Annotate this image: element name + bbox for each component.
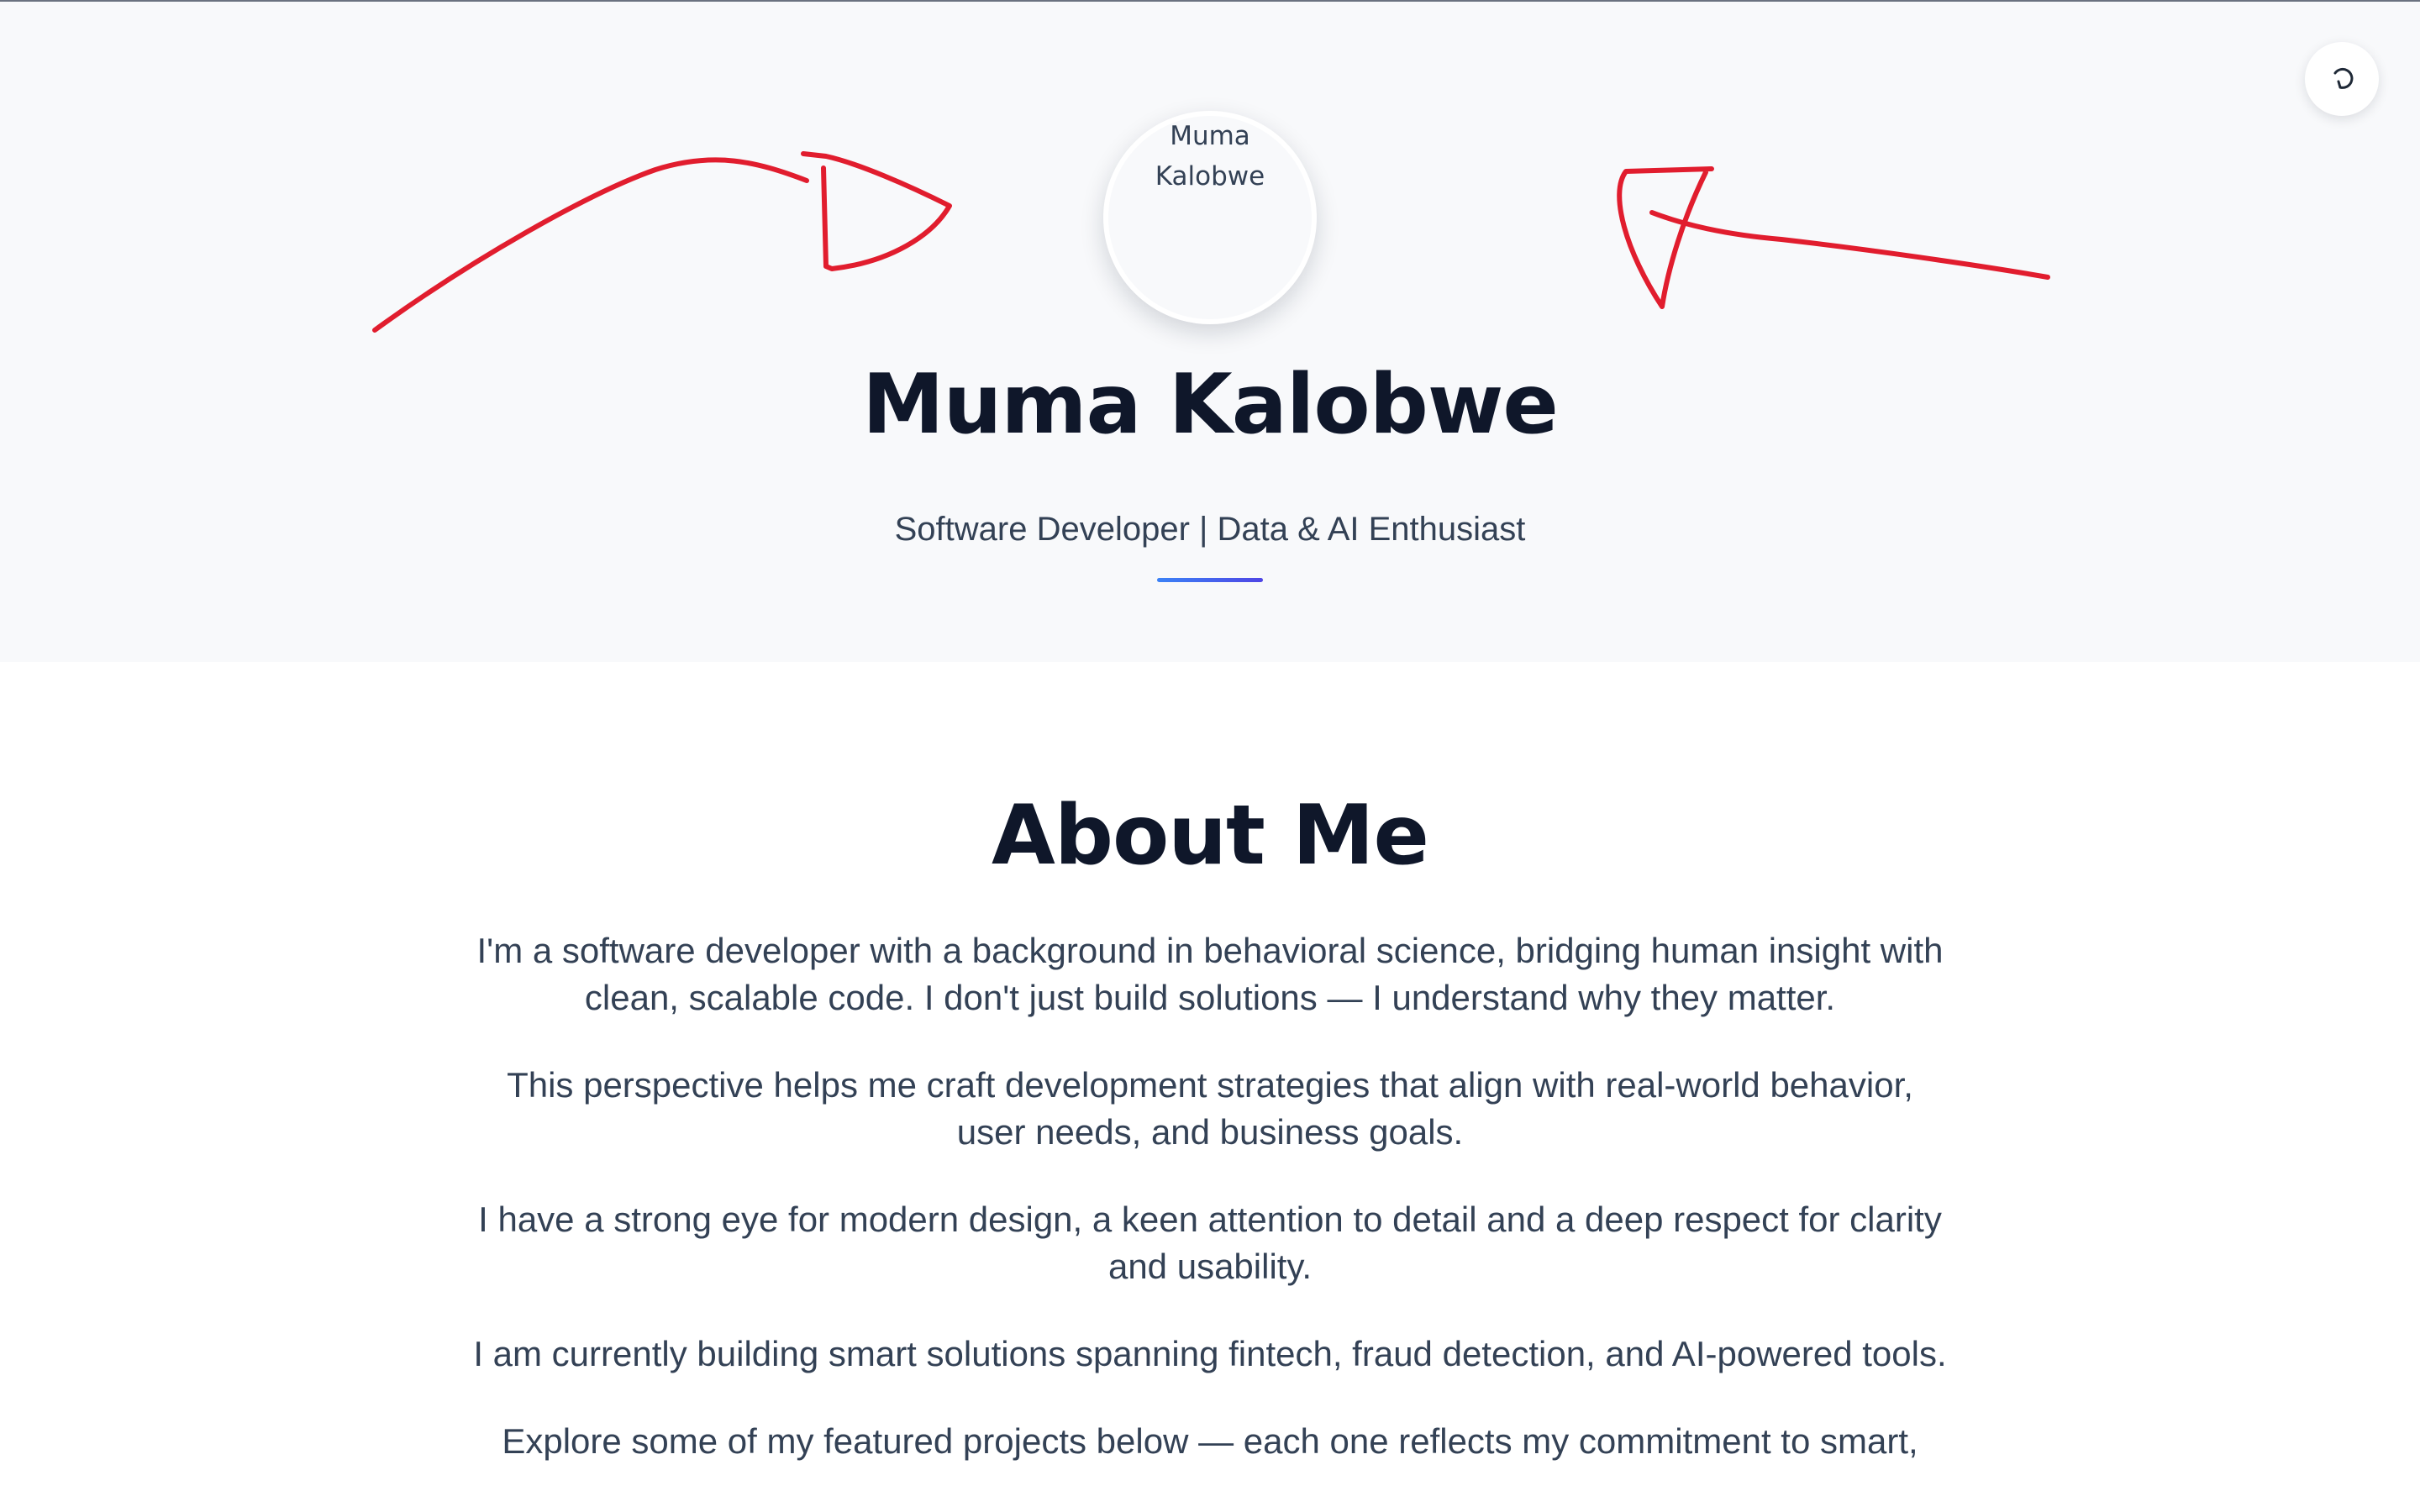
about-paragraph: Explore some of my featured projects bel… [502,1421,1918,1461]
about-paragraph: This perspective helps me craft developm… [507,1065,1913,1152]
hero-section: Muma Kalobwe Muma Kalobwe Software Devel… [0,2,2420,662]
avatar-alt-text: Muma Kalobwe [1155,121,1265,192]
refresh-icon [2328,64,2356,95]
hero-name: Muma Kalobwe [862,357,1559,453]
accent-divider [1157,578,1263,582]
about-paragraph: I am currently building smart solutions … [473,1334,1947,1373]
about-title: About Me [991,788,1429,884]
about-paragraph: I have a strong eye for modern design, a… [478,1200,1942,1286]
about-body: I'm a software developer with a backgrou… [471,927,1949,1505]
hero-subtitle: Software Developer | Data & AI Enthusias… [894,511,1526,548]
about-paragraph: I'm a software developer with a backgrou… [476,931,1944,1017]
theme-toggle-button[interactable] [2305,42,2379,116]
